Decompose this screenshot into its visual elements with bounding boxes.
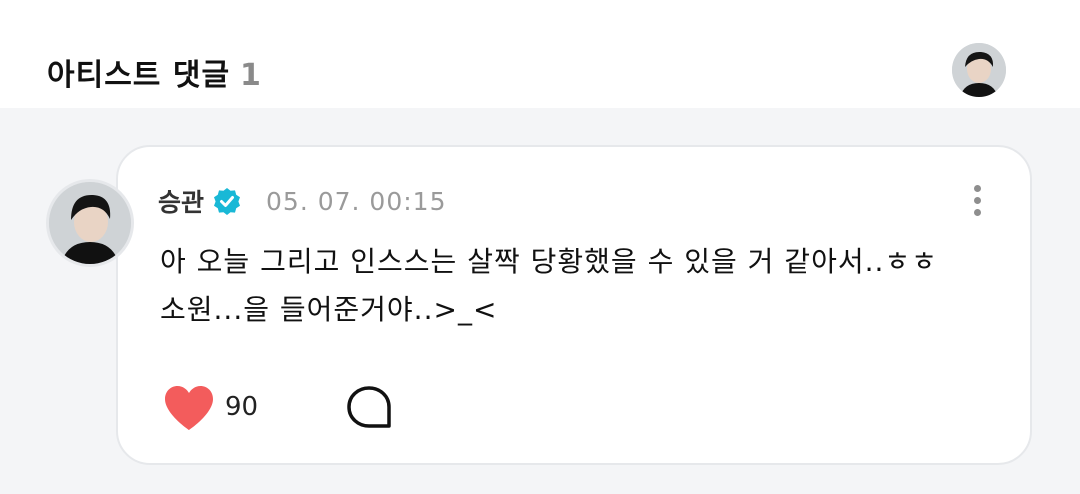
comment-count: 1 <box>240 58 262 93</box>
more-dot <box>973 208 981 216</box>
author-name[interactable]: 승관 <box>158 183 204 219</box>
commenter-avatar[interactable] <box>46 179 134 267</box>
more-options-button[interactable] <box>962 180 992 220</box>
verified-badge-icon <box>212 186 242 216</box>
section-title-text: 아티스트 댓글 <box>47 58 231 93</box>
comment-timestamp: 05. 07. 00:15 <box>266 186 447 216</box>
heart-icon <box>165 386 213 430</box>
more-dot <box>973 196 981 204</box>
like-count: 90 <box>225 392 259 422</box>
avatar-portrait-icon <box>952 43 1006 97</box>
comment-body: 아 오늘 그리고 인스스는 살짝 당황했을 수 있을 거 같아서..ㅎㅎ 소원.… <box>160 238 1000 334</box>
comment-line: 아 오늘 그리고 인스스는 살짝 당황했을 수 있을 거 같아서..ㅎㅎ <box>160 245 938 278</box>
reply-button[interactable] <box>344 383 394 433</box>
section-title: 아티스트 댓글 1 <box>47 50 262 94</box>
comment-meta: 승관 05. 07. 00:15 <box>158 184 446 218</box>
like-button[interactable] <box>162 383 216 433</box>
artist-avatar[interactable] <box>952 43 1006 97</box>
reply-bubble-icon <box>347 386 391 428</box>
comment-line: 소원...을 들어준거야..>_< <box>160 293 498 326</box>
artist-comments-header: 아티스트 댓글 1 <box>0 0 1080 108</box>
more-vertical-icon <box>973 184 981 192</box>
avatar-portrait-icon <box>49 182 131 264</box>
